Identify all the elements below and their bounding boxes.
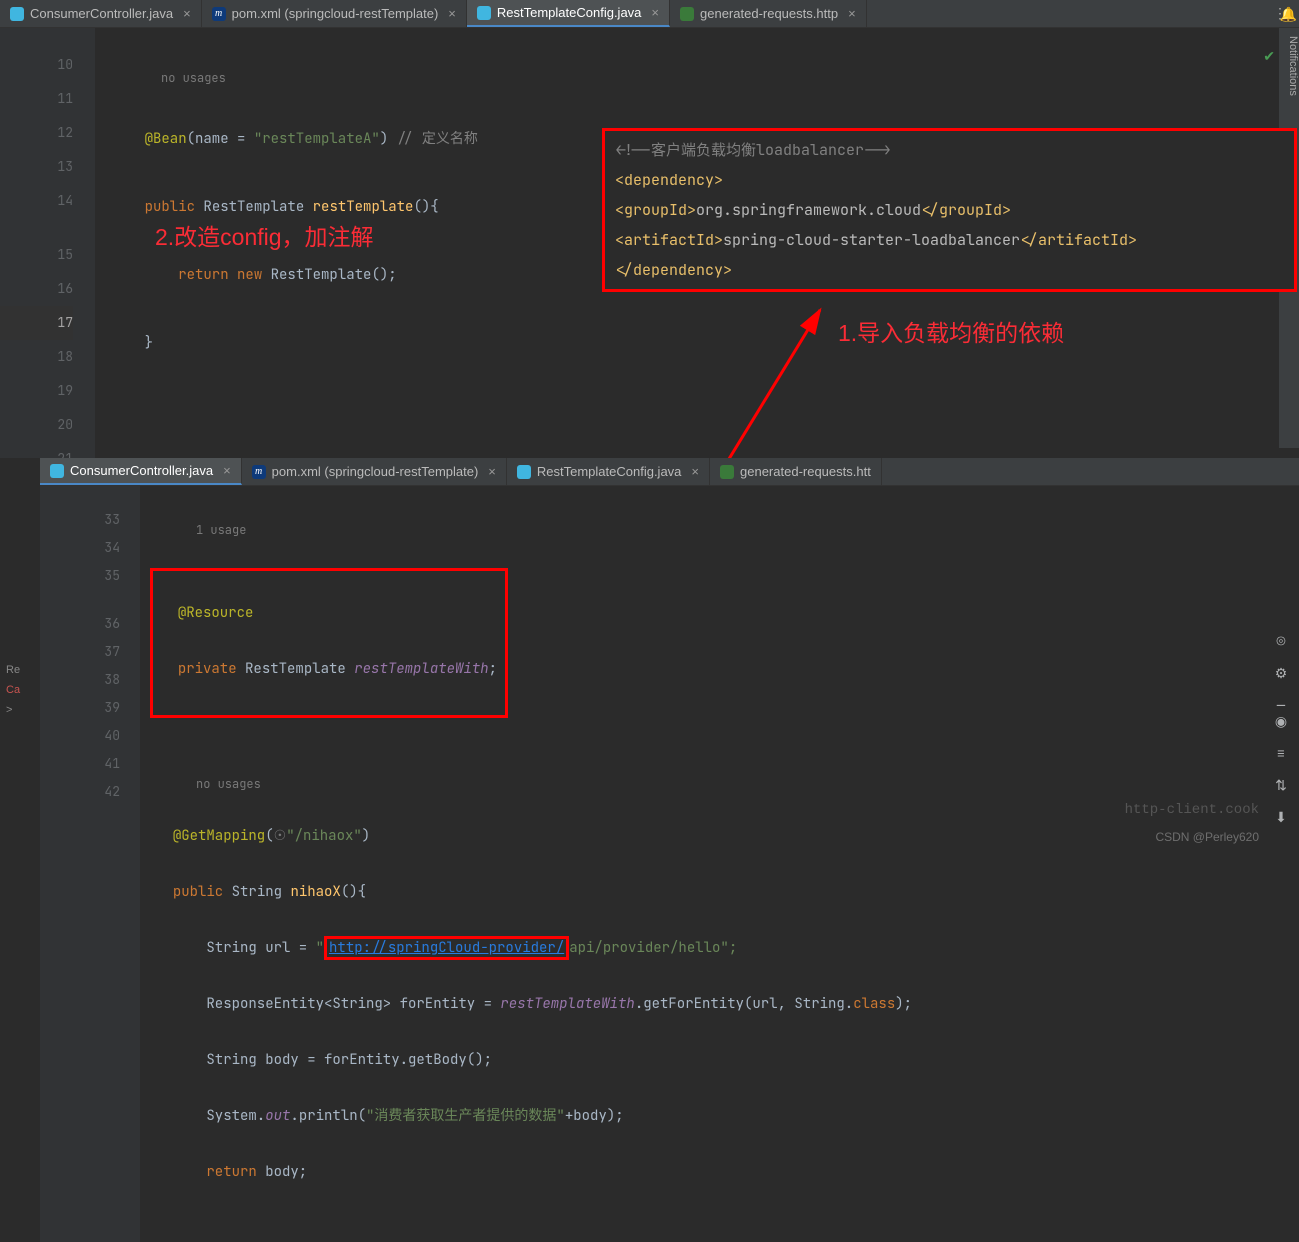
editor-tabs-top: ConsumerController.java× mpom.xml (sprin… bbox=[0, 0, 1299, 28]
java-class-icon bbox=[10, 7, 24, 21]
java-class-icon bbox=[50, 464, 64, 478]
gutter-lower: 33 34 35 36 37 38 39 40 41 42 bbox=[40, 486, 140, 1242]
annotation-2: 2.改造config，加注解 bbox=[155, 218, 374, 252]
java-class-icon bbox=[517, 465, 531, 479]
tab-pom-xml-2[interactable]: mpom.xml (springcloud-restTemplate)× bbox=[242, 458, 507, 485]
tab-consumer-controller-2[interactable]: ConsumerController.java× bbox=[40, 458, 242, 485]
close-icon[interactable]: × bbox=[223, 463, 231, 478]
list-icon[interactable]: ≡ bbox=[1271, 744, 1291, 764]
watermark: CSDN @Perley620 bbox=[1155, 830, 1259, 844]
left-toolwindow-strip: Re Ca > bbox=[0, 660, 38, 720]
tab-generated-requests-2[interactable]: generated-requests.htt bbox=[710, 458, 882, 485]
close-icon[interactable]: × bbox=[691, 464, 699, 479]
gear-icon[interactable]: ⚙ bbox=[1271, 664, 1291, 684]
http-file-icon bbox=[720, 465, 734, 479]
maven-icon: m bbox=[212, 7, 226, 21]
close-icon[interactable]: × bbox=[651, 5, 659, 20]
close-icon[interactable]: × bbox=[848, 6, 856, 21]
editor-tools-right-2: ◉ ≡ ⇅ ⬇ bbox=[1271, 712, 1291, 828]
maven-icon: m bbox=[252, 465, 266, 479]
gutter-top: 10 11 12 13 14 15 16 17 18 19 20 21 22 bbox=[0, 28, 95, 458]
eye-icon[interactable]: ◉ bbox=[1271, 712, 1291, 732]
tab-rest-template-config-2[interactable]: RestTemplateConfig.java× bbox=[507, 458, 710, 485]
tab-pom-xml[interactable]: mpom.xml (springcloud-restTemplate)× bbox=[202, 0, 467, 27]
http-file-icon bbox=[680, 7, 694, 21]
status-text: http-client.cook bbox=[1125, 802, 1259, 818]
dependency-snippet: <!--客户端负载均衡loadbalancer--> <dependency> … bbox=[602, 128, 1297, 292]
sort-icon[interactable]: ⇅ bbox=[1271, 776, 1291, 796]
close-icon[interactable]: × bbox=[183, 6, 191, 21]
editor-tools-right: ◎ ⚙ — bbox=[1271, 632, 1291, 716]
editor-tabs-lower: ConsumerController.java× mpom.xml (sprin… bbox=[40, 458, 1299, 486]
editor-lower: ConsumerController.java× mpom.xml (sprin… bbox=[40, 458, 1299, 1242]
download-icon[interactable]: ⬇ bbox=[1271, 808, 1291, 828]
notifications-bell-icon[interactable]: 🔔 bbox=[1280, 6, 1297, 24]
tab-consumer-controller[interactable]: ConsumerController.java× bbox=[0, 0, 202, 27]
target-icon[interactable]: ◎ bbox=[1271, 632, 1291, 652]
java-class-icon bbox=[477, 6, 491, 20]
tab-generated-requests[interactable]: generated-requests.http× bbox=[670, 0, 867, 27]
tab-rest-template-config[interactable]: RestTemplateConfig.java× bbox=[467, 0, 670, 27]
close-icon[interactable]: × bbox=[448, 6, 456, 21]
annotation-1: 1.导入负载均衡的依赖 bbox=[838, 314, 1064, 348]
code-lower[interactable]: 1 usage @Resource private RestTemplate r… bbox=[140, 486, 1299, 1242]
close-icon[interactable]: × bbox=[488, 464, 496, 479]
